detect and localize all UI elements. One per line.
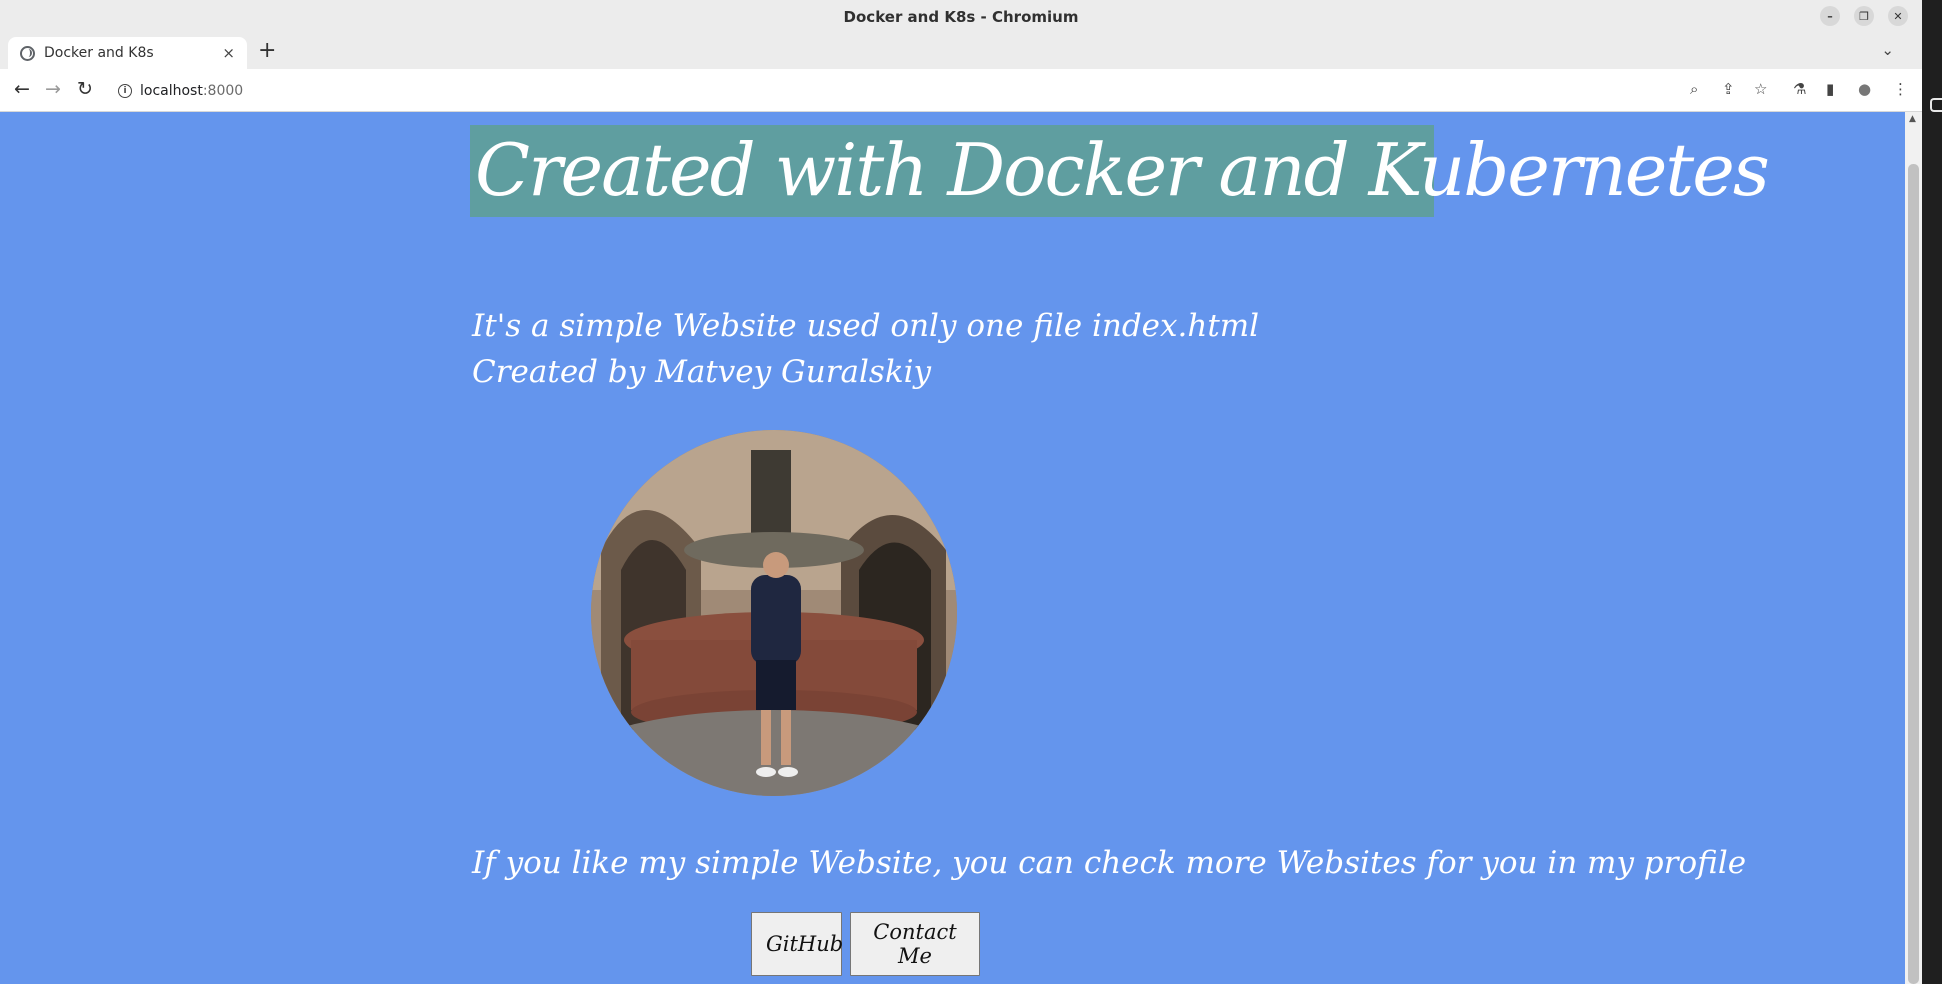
share-icon[interactable]: ⇪	[1722, 80, 1735, 98]
page-viewport: Created with Docker and Kubernetes It's …	[0, 112, 1905, 984]
window-title: Docker and K8s - Chromium	[843, 7, 1079, 26]
window-titlebar: Docker and K8s - Chromium – ❐ ✕	[0, 0, 1922, 33]
contact-me-button[interactable]: Contact Me	[850, 912, 980, 976]
reload-button[interactable]: ↻	[77, 78, 93, 100]
scrollbar-thumb[interactable]	[1908, 164, 1919, 984]
desktop-app-icon	[1930, 98, 1942, 112]
page-scrollbar[interactable]: ▲	[1905, 112, 1922, 984]
site-content: Created with Docker and Kubernetes It's …	[470, 125, 1770, 976]
forward-button[interactable]: →	[45, 78, 61, 100]
tab-title: Docker and K8s	[44, 45, 154, 61]
address-bar[interactable]: i localhost:8000	[110, 76, 1390, 106]
side-panel-icon[interactable]: ▮	[1826, 80, 1834, 98]
labs-icon[interactable]: ⚗	[1793, 80, 1806, 98]
close-window-button[interactable]: ✕	[1888, 6, 1908, 26]
profile-invite-text: If you like my simple Website, you can c…	[472, 845, 1747, 881]
info-icon[interactable]: i	[118, 84, 132, 98]
scroll-up-arrow-icon[interactable]: ▲	[1909, 114, 1916, 124]
profile-avatar-icon[interactable]: ●	[1858, 80, 1871, 98]
github-button[interactable]: GitHub	[751, 912, 843, 976]
back-button[interactable]: ←	[14, 78, 30, 100]
bookmark-star-icon[interactable]: ☆	[1754, 80, 1767, 98]
desktop-edge	[1922, 0, 1942, 984]
new-tab-button[interactable]: +	[258, 38, 276, 63]
url-port: :8000	[202, 83, 244, 99]
profile-photo-illustration	[591, 430, 957, 796]
window-controls: – ❐ ✕	[1820, 6, 1908, 26]
link-buttons: GitHub Contact Me	[751, 912, 1470, 976]
profile-photo	[591, 430, 957, 796]
intro-line-1: It's a simple Website used only one file…	[472, 308, 1260, 344]
close-tab-icon[interactable]: ×	[222, 44, 235, 62]
browser-toolbar: ← → ↻ i localhost:8000 ⌕ ⇪ ☆ ⚗ ▮ ● ⋮	[0, 69, 1922, 112]
tab-docker-k8s[interactable]: Docker and K8s ×	[8, 37, 247, 69]
intro-line-2: Created by Matvey Guralskiy	[472, 354, 932, 390]
minimize-button[interactable]: –	[1820, 6, 1840, 26]
url-host: localhost	[140, 83, 203, 99]
menu-icon[interactable]: ⋮	[1893, 80, 1908, 98]
globe-icon	[20, 45, 35, 61]
tab-strip: Docker and K8s × + ⌄	[0, 33, 1922, 69]
zoom-icon[interactable]: ⌕	[1690, 80, 1698, 98]
tab-search-icon[interactable]: ⌄	[1881, 41, 1894, 59]
maximize-button[interactable]: ❐	[1854, 6, 1874, 26]
page-headline: Created with Docker and Kubernetes	[470, 125, 1770, 217]
